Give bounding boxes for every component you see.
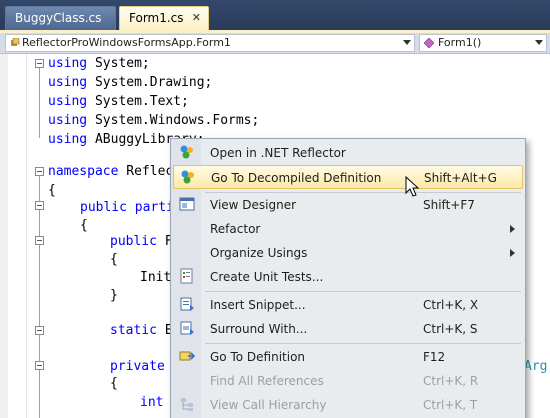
menu-separator bbox=[205, 343, 521, 344]
indicator-margin bbox=[0, 54, 8, 418]
menu-item-refactor[interactable]: Refactor bbox=[173, 217, 523, 241]
code-line: } bbox=[110, 288, 118, 303]
navigation-bar: ReflectorProWindowsFormsApp.Form1 Form1(… bbox=[0, 33, 550, 54]
tab-label: BuggyClass.cs bbox=[15, 11, 102, 25]
type-selector[interactable]: ReflectorProWindowsFormsApp.Form1 bbox=[5, 34, 415, 52]
member-selector-value: Form1() bbox=[438, 36, 482, 49]
code-line: Init bbox=[140, 270, 172, 285]
menu-item-view-designer[interactable]: View Designer Shift+F7 bbox=[173, 193, 523, 217]
designer-icon bbox=[179, 197, 195, 211]
code-line: using System.Drawing; bbox=[48, 75, 213, 90]
code-line: using System; bbox=[48, 56, 150, 71]
type-selector-value: ReflectorProWindowsFormsApp.Form1 bbox=[22, 36, 231, 49]
unit-test-icon bbox=[180, 268, 193, 284]
chevron-down-icon[interactable] bbox=[403, 40, 411, 45]
menu-item-create-unit-tests[interactable]: Create Unit Tests... bbox=[173, 265, 523, 289]
code-line: public parti bbox=[80, 200, 174, 215]
menu-item-insert-snippet[interactable]: Insert Snippet... Ctrl+K, X bbox=[173, 293, 523, 317]
hierarchy-icon bbox=[181, 398, 193, 411]
code-line: using System.Text; bbox=[48, 94, 189, 109]
chevron-right-icon bbox=[510, 249, 515, 257]
menu-item-find-all-references[interactable]: Find All References Ctrl+K, R bbox=[173, 369, 523, 393]
reflector-icon bbox=[180, 145, 193, 159]
menu-separator bbox=[205, 291, 521, 292]
collapse-icon[interactable] bbox=[35, 201, 44, 210]
code-line: { bbox=[110, 376, 118, 391]
collapse-icon[interactable] bbox=[35, 361, 44, 370]
collapse-icon[interactable] bbox=[35, 59, 44, 68]
method-icon bbox=[424, 38, 434, 48]
member-selector[interactable]: Form1() bbox=[419, 34, 547, 52]
code-line: Arg bbox=[524, 359, 548, 374]
code-line: using System.Windows.Forms; bbox=[48, 113, 260, 128]
code-line: private bbox=[110, 359, 165, 374]
code-line: { bbox=[80, 218, 88, 233]
menu-item-view-call-hierarchy[interactable]: View Call Hierarchy Ctrl+K, T bbox=[173, 393, 523, 417]
menu-item-surround-with[interactable]: Surround With... Ctrl+K, S bbox=[173, 317, 523, 341]
menu-item-open-in-reflector[interactable]: Open in .NET Reflector bbox=[173, 141, 523, 165]
code-line: int bbox=[140, 395, 164, 410]
context-menu: Open in .NET Reflector Go To Decompiled … bbox=[170, 138, 526, 418]
code-line: static E bbox=[110, 323, 173, 338]
code-line: public F bbox=[110, 234, 173, 249]
editor-margin bbox=[26, 54, 27, 418]
menu-item-go-to-decompiled-definition[interactable]: Go To Decompiled Definition Shift+Alt+G bbox=[173, 165, 523, 189]
surround-icon bbox=[180, 321, 194, 335]
snippet-icon bbox=[180, 297, 194, 311]
tab-buggyclass[interactable]: BuggyClass.cs bbox=[5, 6, 116, 30]
tab-label: Form1.cs bbox=[129, 11, 184, 25]
menu-item-organize-usings[interactable]: Organize Usings bbox=[173, 241, 523, 265]
chevron-right-icon bbox=[510, 225, 515, 233]
code-line: namespace Reflec bbox=[48, 164, 174, 179]
chevron-down-icon[interactable] bbox=[535, 40, 543, 45]
outline-guide bbox=[39, 68, 40, 138]
menu-item-go-to-definition[interactable]: Go To Definition F12 bbox=[173, 345, 523, 369]
outline-guide bbox=[39, 176, 40, 418]
class-icon bbox=[11, 38, 20, 46]
collapse-icon[interactable] bbox=[35, 326, 44, 335]
collapse-icon[interactable] bbox=[35, 236, 44, 245]
definition-icon bbox=[179, 351, 195, 361]
code-line: { bbox=[48, 183, 56, 198]
collapse-icon[interactable] bbox=[35, 167, 44, 176]
document-tab-strip: BuggyClass.cs Form1.cs ✕ bbox=[0, 0, 550, 30]
tab-form1[interactable]: Form1.cs ✕ bbox=[119, 6, 209, 30]
close-icon[interactable]: ✕ bbox=[192, 7, 201, 29]
reflector-icon bbox=[181, 170, 194, 184]
mouse-pointer-icon bbox=[405, 176, 420, 197]
code-line: { bbox=[110, 252, 118, 267]
